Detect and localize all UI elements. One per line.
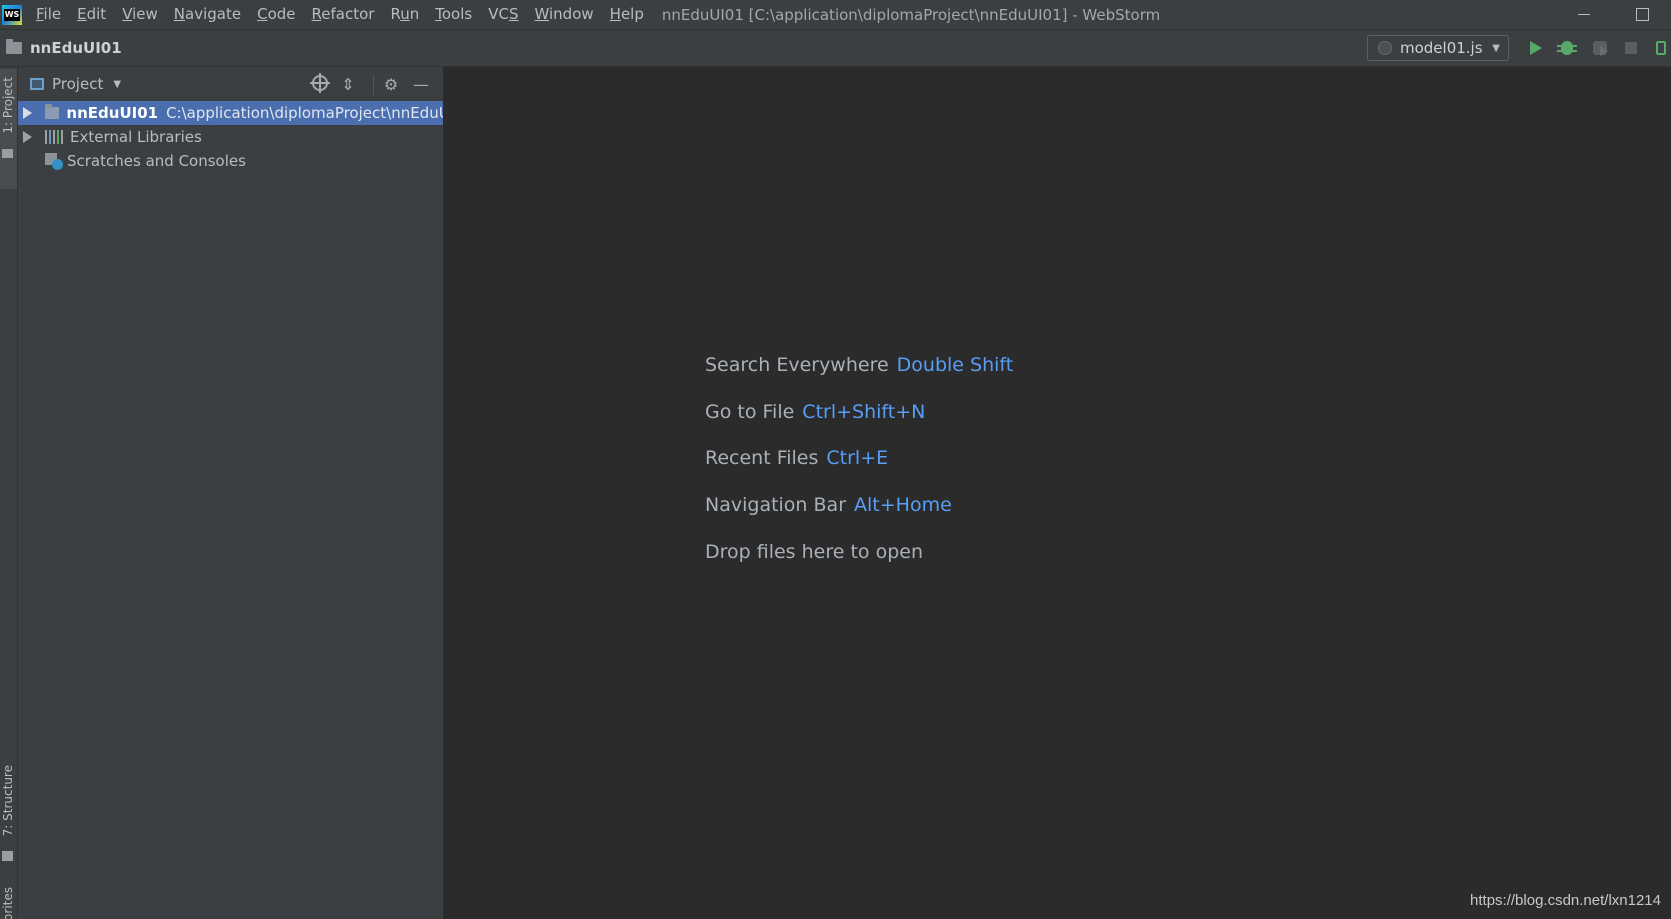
menu-window[interactable]: Window: [526, 0, 601, 29]
maximize-button[interactable]: [1613, 0, 1671, 29]
menu-tools[interactable]: Tools: [427, 0, 480, 29]
menu-vcs[interactable]: VCS: [480, 0, 526, 29]
panel-icon: [1656, 41, 1666, 55]
project-view-icon: [30, 78, 44, 90]
gear-icon[interactable]: ⚙: [381, 75, 401, 95]
play-icon: [1530, 41, 1542, 55]
tree-item-scratches[interactable]: Scratches and Consoles: [18, 149, 443, 173]
left-tool-stripe: 1: Project 7: Structure 2: Favorites: [0, 67, 18, 919]
project-tool-tab[interactable]: 1: Project: [0, 69, 17, 189]
menu-run[interactable]: Run: [382, 0, 427, 29]
tree-item-label: Scratches and Consoles: [67, 152, 246, 170]
tree-item-path: C:\application\diplomaProject\nnEduUI01: [166, 104, 443, 122]
minimize-button[interactable]: [1555, 0, 1613, 29]
maximize-icon: [1635, 8, 1649, 21]
favorites-tab-label: 2: Favorites: [1, 887, 15, 919]
locate-file-icon[interactable]: [310, 73, 330, 93]
folder-icon: [45, 104, 60, 119]
bug-icon: [1557, 41, 1577, 55]
structure-tool-tab[interactable]: 7: Structure: [0, 763, 17, 873]
panel-toggle-button[interactable]: [1651, 38, 1671, 58]
menu-help[interactable]: Help: [602, 0, 652, 29]
window-title: nnEduUI01 [C:\application\diplomaProject…: [661, 5, 1161, 24]
project-panel-header: Project ▼ ⇕ ⚙ —: [18, 67, 443, 101]
chevron-down-icon: ▼: [1492, 42, 1500, 54]
menu-code[interactable]: Code: [249, 0, 303, 29]
structure-tab-label: 7: Structure: [1, 765, 15, 837]
stop-icon: [1625, 42, 1637, 54]
expand-arrow-icon[interactable]: [23, 107, 32, 119]
project-view-selector[interactable]: Project: [52, 75, 103, 93]
hint-search-everywhere: Search Everywhere Double Shift: [705, 354, 1014, 376]
watermark-text: https://blog.csdn.net/lxn1214: [1470, 892, 1661, 909]
run-config-label: model01.js: [1400, 39, 1483, 57]
chevron-down-icon[interactable]: ▼: [113, 79, 121, 90]
editor-area[interactable]: Search Everywhere Double Shift Go to File…: [444, 67, 1671, 919]
scratches-icon: [45, 153, 63, 170]
tree-item-label: External Libraries: [70, 128, 202, 146]
navigation-bar: nnEduUI01 model01.js ▼: [0, 30, 1671, 67]
favorites-tool-tab[interactable]: 2: Favorites: [0, 887, 17, 919]
project-tab-label: 1: Project: [1, 77, 15, 134]
menu-bar: WS File Edit View Navigate Code Refactor…: [0, 0, 1671, 30]
library-icon: [45, 130, 63, 144]
project-tool-window: Project ▼ ⇕ ⚙ — nnEduUI01 C:\application…: [18, 67, 444, 919]
window-controls: [1555, 0, 1671, 29]
minimize-icon: [1578, 14, 1590, 15]
tree-item-external-libraries[interactable]: External Libraries: [18, 125, 443, 149]
folder-icon: [2, 149, 13, 158]
menu-view[interactable]: View: [114, 0, 166, 29]
hint-navigation-bar: Navigation Bar Alt+Home: [705, 494, 952, 516]
hint-go-to-file: Go to File Ctrl+Shift+N: [705, 401, 926, 423]
menu-navigate[interactable]: Navigate: [166, 0, 249, 29]
menu-refactor[interactable]: Refactor: [304, 0, 383, 29]
nodejs-config-icon: [1378, 41, 1392, 55]
expand-arrow-icon[interactable]: [23, 131, 32, 143]
menu-file[interactable]: File: [28, 0, 69, 29]
run-with-coverage-button[interactable]: [1590, 38, 1610, 58]
run-config-selector[interactable]: model01.js ▼: [1367, 35, 1509, 61]
structure-icon: [2, 851, 13, 861]
debug-button[interactable]: [1557, 38, 1577, 58]
tree-item-label: nnEduUI01: [66, 104, 159, 122]
hide-panel-icon[interactable]: —: [411, 75, 431, 95]
menu-edit[interactable]: Edit: [69, 0, 114, 29]
tree-item-project-root[interactable]: nnEduUI01 C:\application\diplomaProject\…: [18, 101, 443, 125]
hint-recent-files: Recent Files Ctrl+E: [705, 447, 889, 469]
header-divider: [373, 75, 374, 95]
collapse-all-icon[interactable]: ⇕: [338, 75, 358, 95]
folder-icon: [6, 39, 22, 54]
coverage-icon: [1593, 41, 1608, 56]
webstorm-window: WS File Edit View Navigate Code Refactor…: [0, 0, 1671, 919]
run-button[interactable]: [1526, 38, 1546, 58]
stop-button[interactable]: [1621, 38, 1641, 58]
hint-drop-files: Drop files here to open: [705, 541, 924, 563]
webstorm-logo-icon: WS: [2, 4, 22, 25]
nav-project-crumb[interactable]: nnEduUI01: [30, 39, 122, 57]
